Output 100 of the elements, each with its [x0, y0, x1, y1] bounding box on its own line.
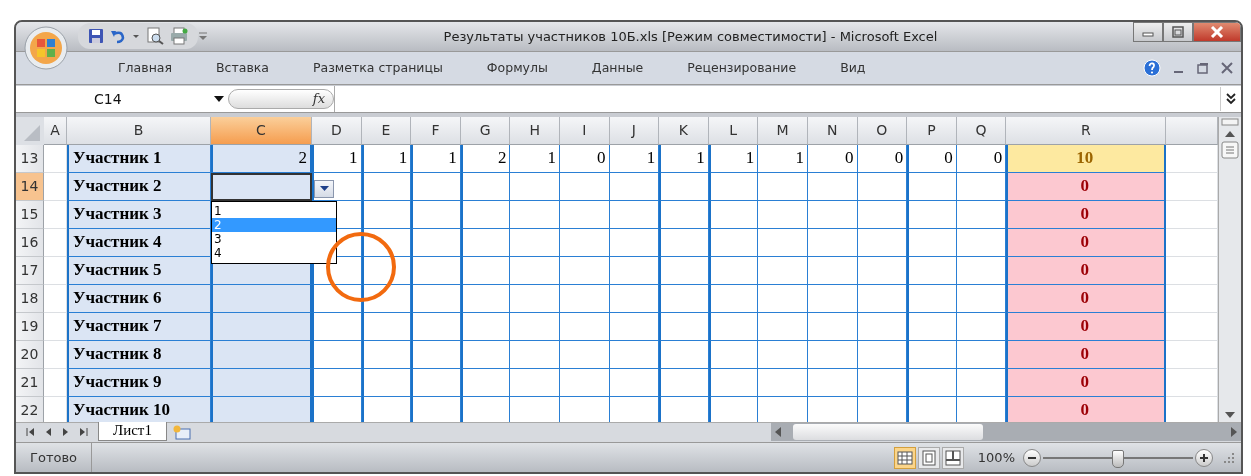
- table-cell: 0: [1006, 340, 1167, 369]
- close-icon: [1210, 26, 1224, 38]
- row-header[interactable]: 16: [16, 228, 44, 257]
- row-header[interactable]: 19: [16, 312, 44, 341]
- resize-grip-icon[interactable]: [1223, 451, 1235, 464]
- table-cell: [807, 312, 858, 341]
- column-header[interactable]: P: [907, 116, 957, 145]
- column-header[interactable]: J: [609, 116, 660, 145]
- column-header[interactable]: I: [559, 116, 610, 145]
- dropdown-option[interactable]: 1: [212, 203, 336, 218]
- help-icon[interactable]: [1143, 58, 1161, 77]
- first-sheet-icon[interactable]: [26, 427, 35, 438]
- table-cell: Участник 2: [67, 172, 211, 201]
- column-header[interactable]: Q: [956, 116, 1007, 145]
- row-header[interactable]: 13: [16, 144, 44, 173]
- caret-icon: [319, 185, 329, 192]
- normal-view-button[interactable]: [893, 446, 916, 469]
- table-cell: Участник 4: [67, 228, 211, 257]
- column-header[interactable]: B: [67, 116, 211, 145]
- table-cell: [659, 200, 709, 229]
- table-cell: [758, 340, 808, 369]
- column-header[interactable]: A: [44, 116, 67, 145]
- previous-sheet-icon[interactable]: [45, 427, 52, 438]
- table-cell: [907, 340, 957, 369]
- restore-button[interactable]: [1163, 22, 1193, 42]
- table-cell: [510, 172, 560, 201]
- table-cell: [559, 284, 610, 313]
- ribbon-tab[interactable]: Разметка страницы: [290, 60, 465, 76]
- table-cell: [609, 284, 660, 313]
- row-header[interactable]: 17: [16, 256, 44, 285]
- table-cell: [460, 200, 511, 229]
- page-break-button[interactable]: [941, 446, 964, 469]
- column-header[interactable]: R: [1006, 116, 1167, 145]
- column-header[interactable]: F: [411, 116, 461, 145]
- row-header[interactable]: 20: [16, 340, 44, 369]
- normal-view-icon: [896, 449, 913, 466]
- ribbon-tab[interactable]: Формулы: [464, 60, 570, 76]
- column-header[interactable]: M: [758, 116, 808, 145]
- dropdown-option[interactable]: 3: [212, 231, 336, 246]
- table-cell: [659, 284, 709, 313]
- close-icon[interactable]: [1221, 61, 1233, 74]
- minimize-button[interactable]: [1133, 22, 1163, 42]
- column-header[interactable]: K: [659, 116, 709, 145]
- column-header[interactable]: G: [460, 116, 511, 145]
- table-cell: Участник 9: [67, 368, 211, 397]
- horizontal-scroll-thumb[interactable]: [793, 424, 983, 441]
- column-header[interactable]: O: [857, 116, 908, 145]
- save-icon[interactable]: [88, 28, 104, 45]
- next-sheet-icon[interactable]: [62, 427, 69, 438]
- name-box[interactable]: C14: [16, 90, 214, 107]
- table-cell: [510, 312, 560, 341]
- print-icon[interactable]: [170, 27, 188, 46]
- row-header[interactable]: 14: [16, 172, 44, 201]
- caret-icon[interactable]: [214, 94, 224, 103]
- zoom-in-button[interactable]: [1195, 448, 1213, 467]
- table-cell: [510, 256, 560, 285]
- column-header[interactable]: D: [312, 116, 362, 145]
- ribbon-tab[interactable]: Данные: [569, 60, 666, 76]
- dropdown-button[interactable]: [314, 179, 334, 198]
- row-header[interactable]: 18: [16, 284, 44, 313]
- insert-function-button[interactable]: fx: [228, 88, 334, 109]
- table-cell: [361, 340, 412, 369]
- row-header[interactable]: 15: [16, 200, 44, 229]
- plus-icon: [1199, 452, 1209, 463]
- column-header[interactable]: E: [361, 116, 412, 145]
- split-handle-icon[interactable]: [1221, 116, 1239, 127]
- table-cell[interactable]: [211, 172, 312, 201]
- table-cell: [510, 200, 560, 229]
- dropdown-option[interactable]: 4: [212, 245, 336, 260]
- undo-icon[interactable]: [110, 28, 126, 45]
- row-header[interactable]: 22: [16, 396, 44, 422]
- row-header[interactable]: 21: [16, 368, 44, 397]
- ribbon-tab[interactable]: Рецензирование: [665, 60, 819, 76]
- ribbon-tab[interactable]: Вид: [818, 60, 888, 76]
- dropdown-list[interactable]: 1 2 3 4: [211, 200, 337, 264]
- restore-icon[interactable]: [1197, 61, 1209, 74]
- print-preview-icon[interactable]: [146, 27, 164, 46]
- ribbon-tab[interactable]: Главная: [96, 60, 194, 76]
- column-header[interactable]: N: [807, 116, 858, 145]
- zoom-out-button[interactable]: [1023, 448, 1041, 467]
- ribbon-tab[interactable]: Вставка: [194, 60, 291, 76]
- close-button[interactable]: [1193, 22, 1241, 42]
- table-cell: [907, 172, 957, 201]
- column-header[interactable]: C: [211, 116, 312, 145]
- scroll-thumb[interactable]: [1221, 140, 1239, 159]
- last-sheet-icon[interactable]: [79, 427, 88, 438]
- table-cell: [857, 256, 908, 285]
- customize-caret-icon[interactable]: [198, 30, 208, 43]
- expand-icon[interactable]: [1226, 92, 1236, 105]
- table-cell: [609, 172, 660, 201]
- table-cell: [559, 312, 610, 341]
- zoom-slider-thumb[interactable]: [1112, 449, 1124, 468]
- table-cell: [312, 312, 362, 341]
- table-cell: [312, 368, 362, 397]
- table-cell: [510, 368, 560, 397]
- column-header[interactable]: H: [510, 116, 560, 145]
- column-header[interactable]: L: [708, 116, 759, 145]
- column-header[interactable]: [1166, 116, 1218, 145]
- sheet-tab[interactable]: Лист1: [98, 422, 167, 442]
- table-cell: 0: [1006, 200, 1167, 229]
